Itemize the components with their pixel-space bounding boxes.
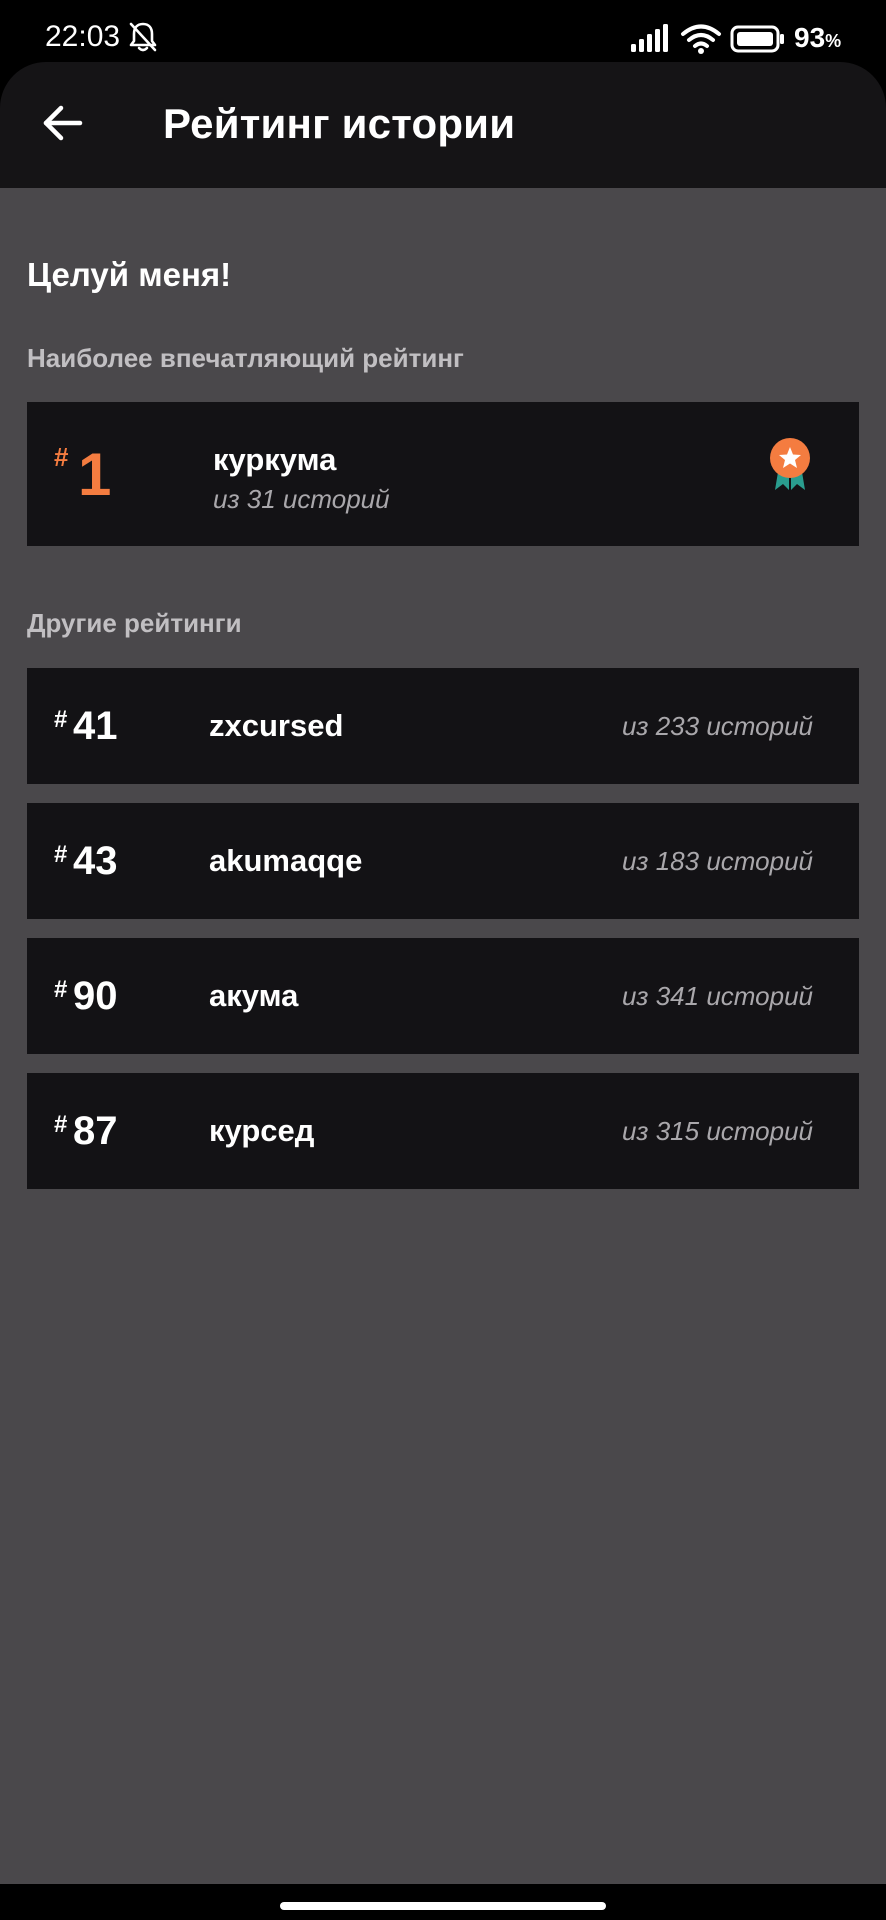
user-name: akumaqqe [209,843,363,878]
page-title: Рейтинг истории [163,100,516,147]
rank-number: 43 [73,839,118,883]
rating-row[interactable]: # 90 акума из 341 историй [27,938,859,1054]
best-rating-label: Наиболее впечатляющий рейтинг [27,343,464,373]
rank-hash: # [54,442,69,472]
bell-off-icon [129,22,157,52]
rank-hash: # [54,706,68,733]
wifi-icon [681,24,721,54]
rating-row[interactable]: # 41 zxcursed из 233 историй [27,668,859,784]
rank-number: 90 [73,974,118,1018]
arrow-left-icon [43,105,83,141]
story-count: из 315 историй [621,1116,813,1146]
app-bar: Рейтинг истории [0,62,886,188]
rating-row[interactable]: # 43 akumaqqe из 183 историй [27,803,859,919]
story-count: из 341 историй [621,981,813,1011]
rank-number: 87 [73,1109,118,1153]
story-count: из 233 историй [621,711,813,741]
rank-hash: # [54,841,68,868]
user-name: акума [209,978,299,1013]
rating-row[interactable]: # 87 курсед из 315 историй [27,1073,859,1189]
navigation-bar [0,1884,886,1920]
status-time: 22:03 [45,20,121,53]
story-title: Целуй меня! [27,256,232,293]
rank-number: 41 [73,704,118,748]
home-indicator[interactable] [280,1902,606,1910]
user-name: курсед [209,1113,315,1148]
medal-icon [770,438,810,490]
content-area: Целуй меня! Наиболее впечатляющий рейтин… [0,188,886,1884]
best-rating-card[interactable]: # 1 куркума из 31 историй [27,402,859,546]
story-count: из 183 историй [621,846,813,876]
battery-percentage: 93% [794,22,842,53]
rank-hash: # [54,976,68,1003]
rank-number: 1 [78,441,112,508]
status-bar: 22:03 93% [0,0,886,70]
back-button[interactable] [30,90,96,156]
battery-icon [730,25,784,53]
story-count: из 31 историй [213,484,390,514]
user-name: куркума [213,442,337,477]
other-ratings-label: Другие рейтинги [27,608,242,638]
rank-hash: # [54,1111,68,1138]
user-name: zxcursed [209,708,344,743]
signal-icon [631,24,668,52]
